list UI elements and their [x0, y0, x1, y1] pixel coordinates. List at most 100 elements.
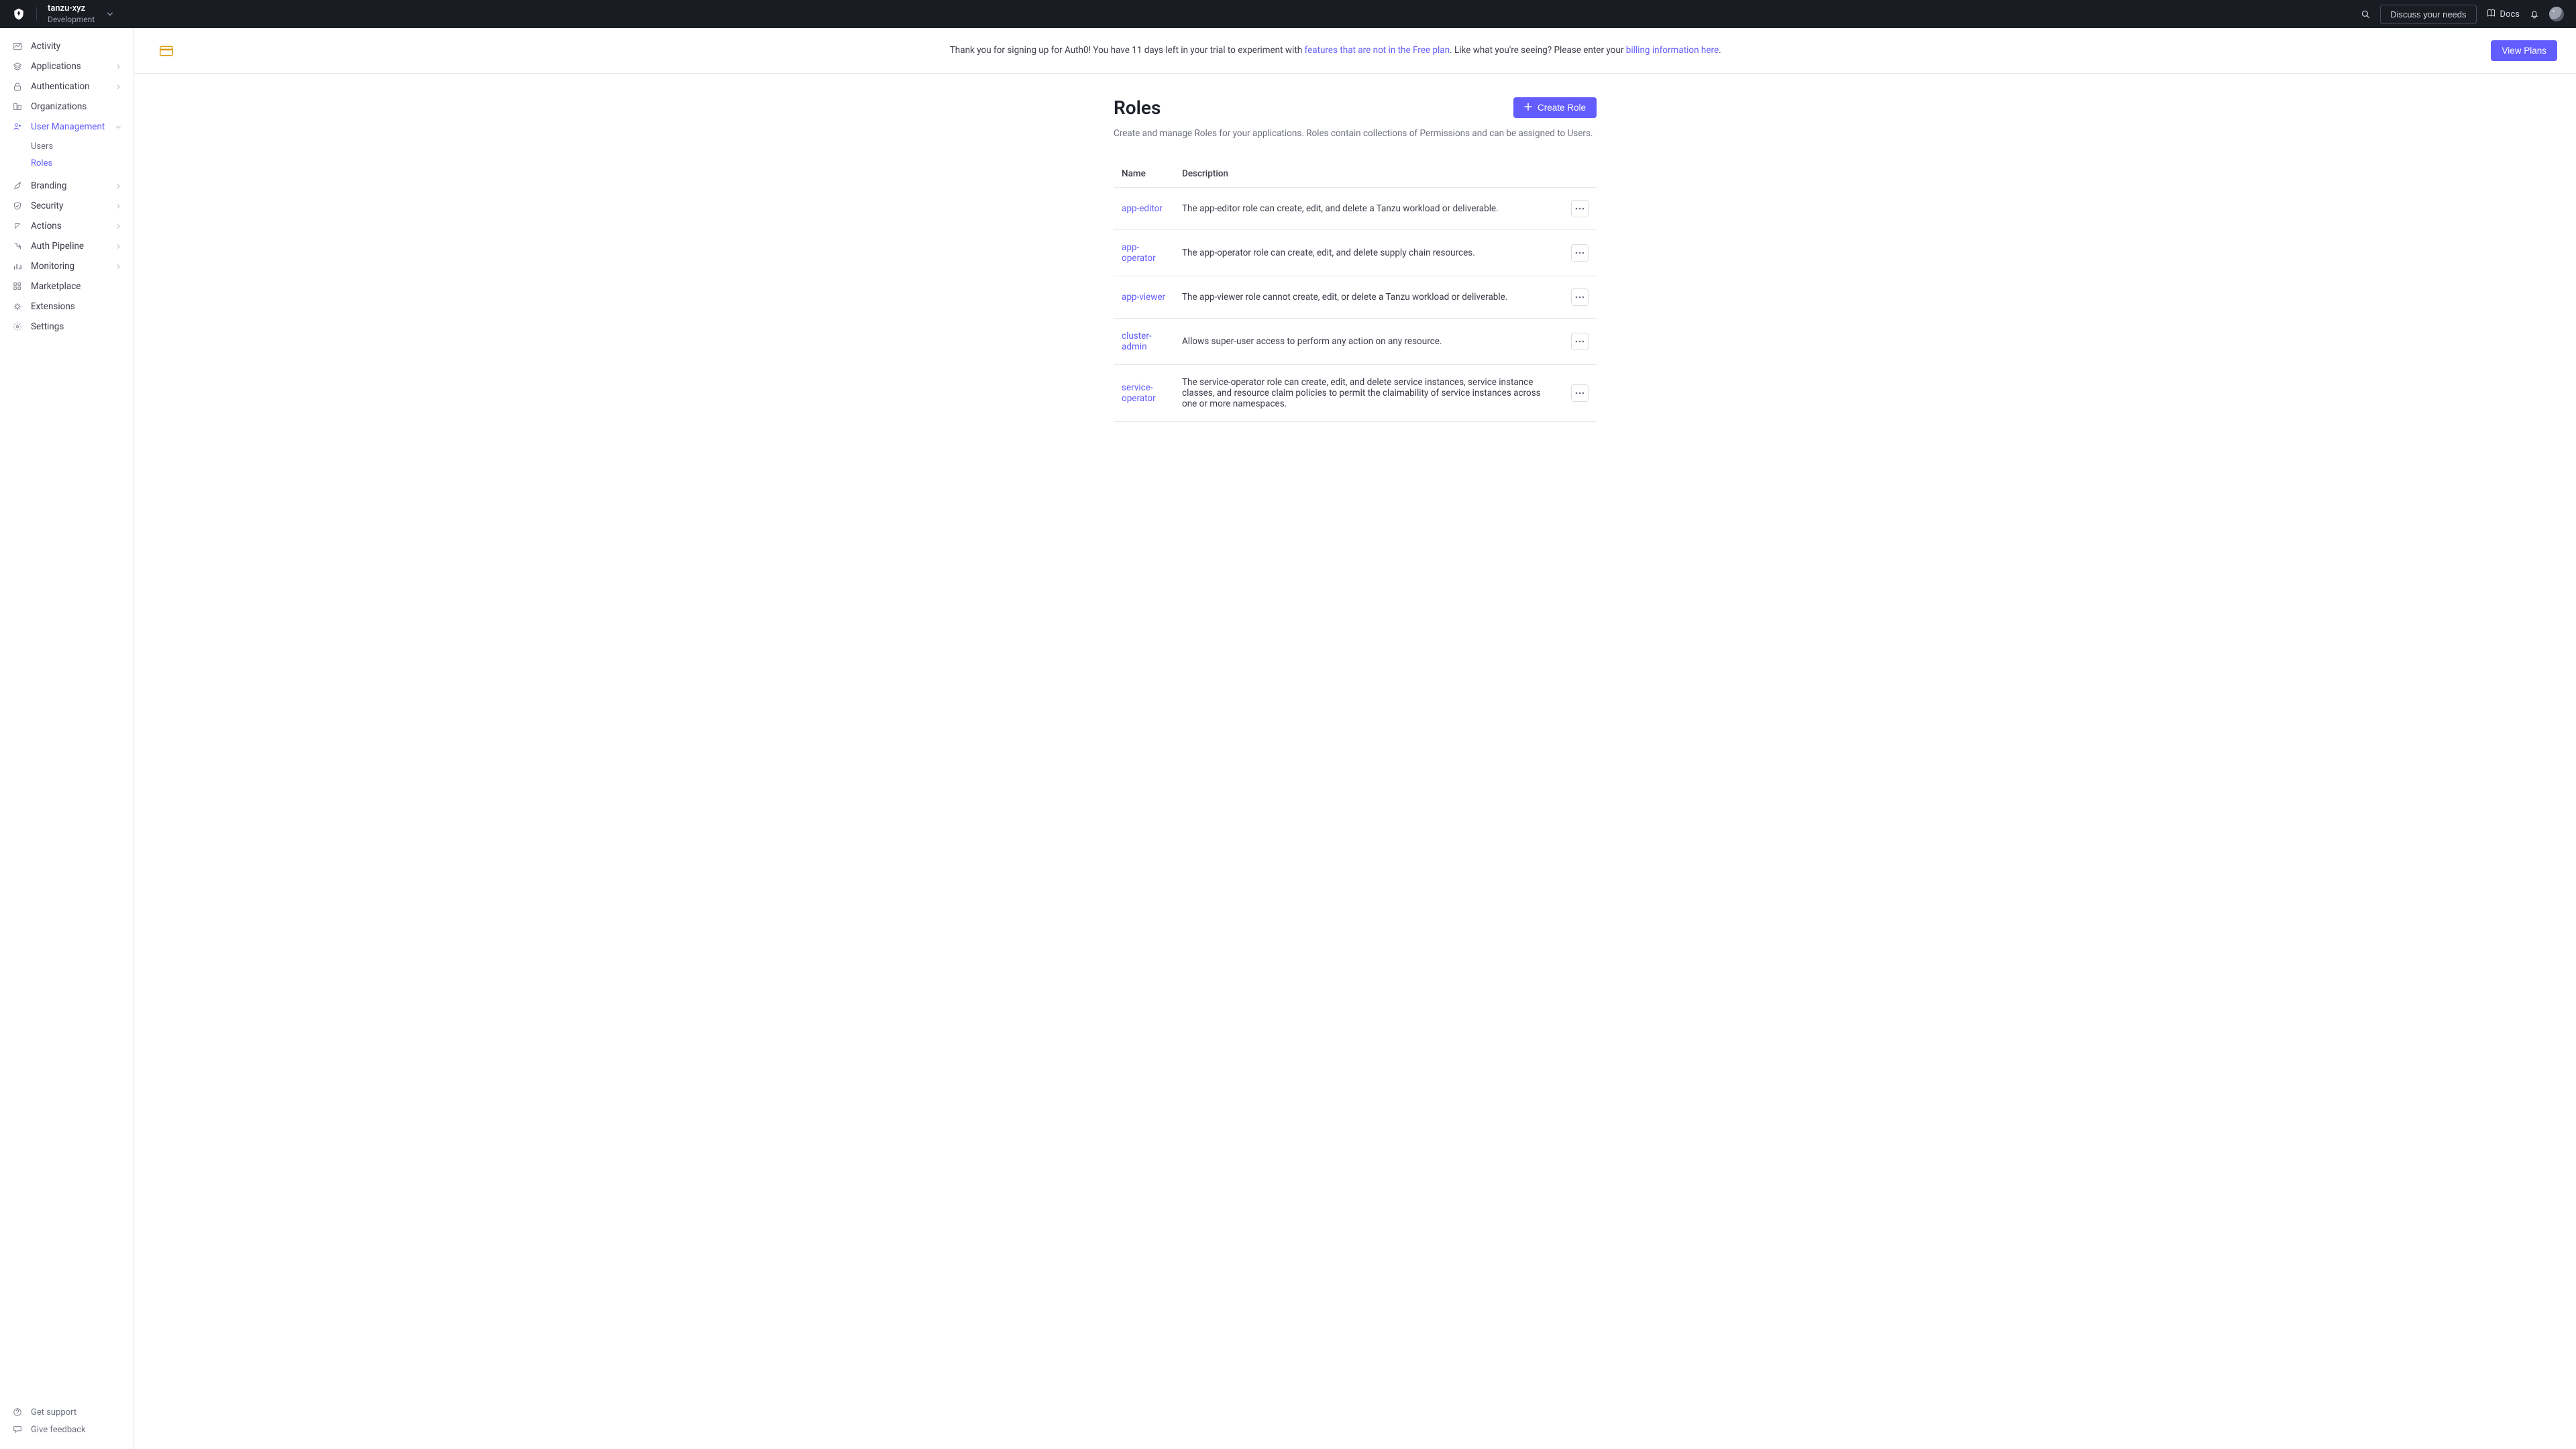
- sidebar-item-label: Marketplace: [31, 281, 80, 292]
- pipeline-icon: [12, 241, 23, 252]
- create-role-button[interactable]: Create Role: [1513, 97, 1597, 118]
- banner-text-c: .: [1719, 45, 1721, 56]
- banner-text-b: . Like what you're seeing? Please enter …: [1450, 45, 1626, 56]
- sidebar-item-branding[interactable]: Branding: [0, 176, 133, 196]
- card-icon: [153, 46, 180, 56]
- row-actions-button[interactable]: [1571, 333, 1589, 350]
- role-name-cell: service-operator: [1114, 365, 1174, 422]
- tenant-env: Development: [48, 15, 95, 24]
- monitoring-icon: [12, 261, 23, 272]
- tenant-info: tanzu-xyz Development: [48, 4, 95, 23]
- role-link[interactable]: app-operator: [1122, 242, 1156, 264]
- discuss-needs-button[interactable]: Discuss your needs: [2380, 5, 2476, 24]
- sidebar-item-authentication[interactable]: Authentication: [0, 76, 133, 97]
- support-label: Get support: [31, 1407, 76, 1417]
- role-actions-cell: [1563, 188, 1597, 230]
- page-title: Roles: [1114, 97, 1161, 119]
- main: Thank you for signing up for Auth0! You …: [134, 28, 2576, 1449]
- sidebar-item-activity[interactable]: Activity: [0, 36, 133, 56]
- chevron-right-icon: [115, 244, 121, 250]
- lock-icon: [12, 81, 23, 92]
- view-plans-button[interactable]: View Plans: [2491, 40, 2557, 61]
- sidebar-item-label: User Management: [31, 121, 105, 132]
- sidebar-item-label: Actions: [31, 221, 62, 231]
- chevron-down-icon: [115, 124, 121, 130]
- chevron-right-icon: [115, 64, 121, 70]
- role-link[interactable]: app-editor: [1122, 203, 1163, 214]
- sidebar-item-applications[interactable]: Applications: [0, 56, 133, 76]
- table-row: cluster-admin Allows super-user access to…: [1114, 319, 1597, 365]
- sidebar-item-security[interactable]: Security: [0, 196, 133, 216]
- role-link[interactable]: service-operator: [1122, 382, 1156, 404]
- role-name-cell: app-operator: [1114, 230, 1174, 276]
- sidebar-item-label: Extensions: [31, 301, 75, 312]
- banner-link-billing[interactable]: billing information here: [1626, 45, 1719, 56]
- topbar: tanzu-xyz Development Discuss your needs…: [0, 0, 2576, 28]
- table-header-row: Name Description: [1114, 162, 1597, 188]
- chevron-right-icon: [115, 84, 121, 90]
- extensions-icon: [12, 301, 23, 312]
- sidebar-item-user-management[interactable]: User Management: [0, 117, 133, 137]
- notifications-icon[interactable]: [2529, 9, 2540, 19]
- get-support-link[interactable]: Get support: [0, 1403, 133, 1421]
- docs-link[interactable]: Docs: [2486, 8, 2520, 21]
- role-actions-cell: [1563, 230, 1597, 276]
- banner-text: Thank you for signing up for Auth0! You …: [196, 44, 2475, 57]
- sidebar-item-actions[interactable]: Actions: [0, 216, 133, 236]
- role-name-cell: cluster-admin: [1114, 319, 1174, 365]
- tenant-selector[interactable]: tanzu-xyz Development: [48, 4, 113, 23]
- brand-logo[interactable]: [12, 7, 25, 21]
- search-icon[interactable]: [2360, 9, 2371, 19]
- chevron-right-icon: [115, 264, 121, 270]
- sidebar-item-label: Settings: [31, 321, 64, 332]
- organizations-icon: [12, 101, 23, 112]
- col-actions: [1563, 162, 1597, 188]
- chevron-down-icon: [107, 11, 113, 17]
- user-avatar[interactable]: [2549, 7, 2564, 21]
- tenant-name: tanzu-xyz: [48, 4, 95, 13]
- table-row: app-editor The app-editor role can create…: [1114, 188, 1597, 230]
- sidebar-item-label: Applications: [31, 61, 81, 72]
- sidebar-item-settings[interactable]: Settings: [0, 317, 133, 337]
- sidebar-nav: Activity Applications Authentication Org…: [0, 28, 133, 1396]
- plus-icon: [1524, 103, 1532, 113]
- table-row: service-operatorThe service-operator rol…: [1114, 365, 1597, 422]
- page-description: Create and manage Roles for your applica…: [1114, 128, 1597, 139]
- shield-icon: [12, 201, 23, 211]
- role-description-cell: The app-editor role can create, edit, an…: [1174, 188, 1563, 230]
- role-link[interactable]: cluster-admin: [1122, 331, 1152, 352]
- sidebar-item-label: Authentication: [31, 81, 90, 92]
- role-link[interactable]: app-viewer: [1122, 292, 1165, 303]
- row-actions-button[interactable]: [1571, 288, 1589, 306]
- sidebar-item-auth-pipeline[interactable]: Auth Pipeline: [0, 236, 133, 256]
- app-body: Activity Applications Authentication Org…: [0, 28, 2576, 1449]
- role-actions-cell: [1563, 365, 1597, 422]
- row-actions-button[interactable]: [1571, 244, 1589, 262]
- trial-banner: Thank you for signing up for Auth0! You …: [134, 28, 2576, 74]
- sidebar-item-label: Security: [31, 201, 63, 211]
- sidebar-item-monitoring[interactable]: Monitoring: [0, 256, 133, 276]
- users-icon: [12, 121, 23, 132]
- table-row: app-operatorThe app-operator role can cr…: [1114, 230, 1597, 276]
- chevron-right-icon: [115, 183, 121, 189]
- give-feedback-link[interactable]: Give feedback: [0, 1421, 133, 1438]
- actions-icon: [12, 221, 23, 231]
- sidebar-item-label: Organizations: [31, 101, 87, 112]
- role-description-cell: Allows super-user access to perform any …: [1174, 319, 1563, 365]
- sidebar-item-users[interactable]: Users: [0, 138, 133, 155]
- banner-text-a: Thank you for signing up for Auth0! You …: [950, 45, 1305, 56]
- sidebar-item-roles[interactable]: Roles: [0, 155, 133, 172]
- branding-icon: [12, 180, 23, 191]
- feedback-label: Give feedback: [31, 1425, 86, 1435]
- banner-link-features[interactable]: features that are not in the Free plan: [1305, 45, 1450, 56]
- topbar-left: tanzu-xyz Development: [12, 4, 2360, 23]
- topbar-right: Discuss your needs Docs: [2360, 5, 2564, 24]
- row-actions-button[interactable]: [1571, 200, 1589, 217]
- sidebar-footer: Get support Give feedback: [0, 1396, 133, 1449]
- sidebar-submenu-user-management: Users Roles: [0, 137, 133, 176]
- sidebar-item-organizations[interactable]: Organizations: [0, 97, 133, 117]
- row-actions-button[interactable]: [1571, 384, 1589, 402]
- sidebar-item-extensions[interactable]: Extensions: [0, 297, 133, 317]
- col-name: Name: [1114, 162, 1174, 188]
- sidebar-item-marketplace[interactable]: Marketplace: [0, 276, 133, 297]
